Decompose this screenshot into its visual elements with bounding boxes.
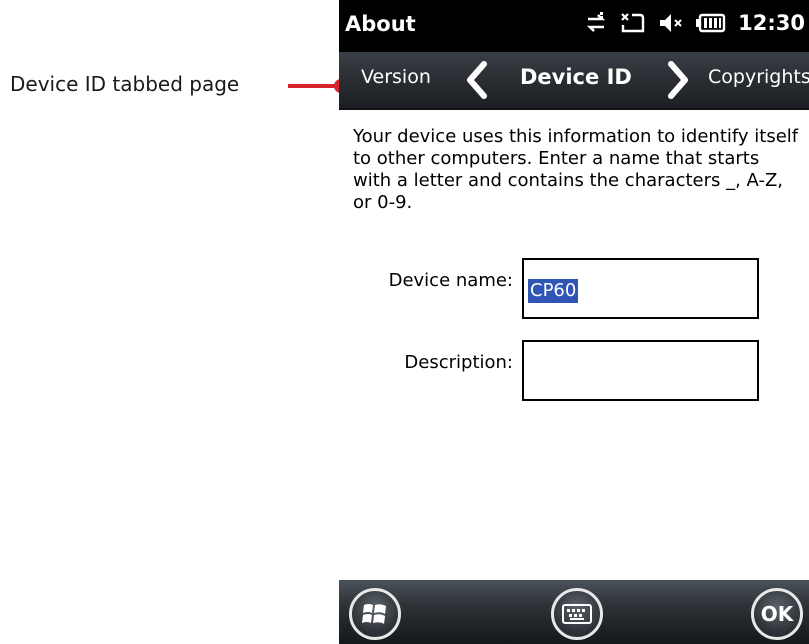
description-label: Description: <box>404 352 513 373</box>
tab-version[interactable]: Version <box>361 66 431 88</box>
device-id-page: Your device uses this information to ide… <box>339 110 809 580</box>
intro-text: Your device uses this information to ide… <box>353 126 799 213</box>
windows-start-icon <box>362 604 386 624</box>
clock[interactable]: 12:30 <box>738 11 805 35</box>
speaker-muted-icon[interactable] <box>658 11 684 35</box>
device-screen: About 12:30 Version Device ID Copyrights… <box>339 0 809 644</box>
battery-icon[interactable] <box>696 12 726 34</box>
annotation-pointer-line <box>288 84 340 88</box>
windows-start-button[interactable] <box>349 588 401 640</box>
tab-copyrights[interactable]: Copyrights <box>708 66 809 88</box>
sync-icon[interactable] <box>584 11 608 35</box>
app-title: About <box>345 12 416 36</box>
annotation-label: Device ID tabbed page <box>10 72 240 96</box>
keyboard-icon <box>562 604 592 624</box>
bottom-bar: OK <box>339 580 809 644</box>
chevron-left-icon[interactable] <box>462 60 490 100</box>
ok-button[interactable]: OK <box>751 588 803 640</box>
device-name-label: Device name: <box>388 270 513 291</box>
device-name-value: CP60 <box>528 279 579 303</box>
description-field[interactable] <box>522 340 759 401</box>
tab-bar: Version Device ID Copyrights <box>339 52 809 110</box>
no-signal-icon[interactable] <box>620 11 646 35</box>
tab-device-id[interactable]: Device ID <box>520 65 632 89</box>
keyboard-button[interactable] <box>551 588 603 640</box>
status-icons: 12:30 <box>584 11 805 35</box>
chevron-right-icon[interactable] <box>665 60 693 100</box>
status-bar: About 12:30 <box>339 0 809 52</box>
device-name-field[interactable]: CP60 <box>522 258 759 319</box>
screenshot-canvas: Device ID tabbed page About 12:30 Versio… <box>0 0 809 644</box>
